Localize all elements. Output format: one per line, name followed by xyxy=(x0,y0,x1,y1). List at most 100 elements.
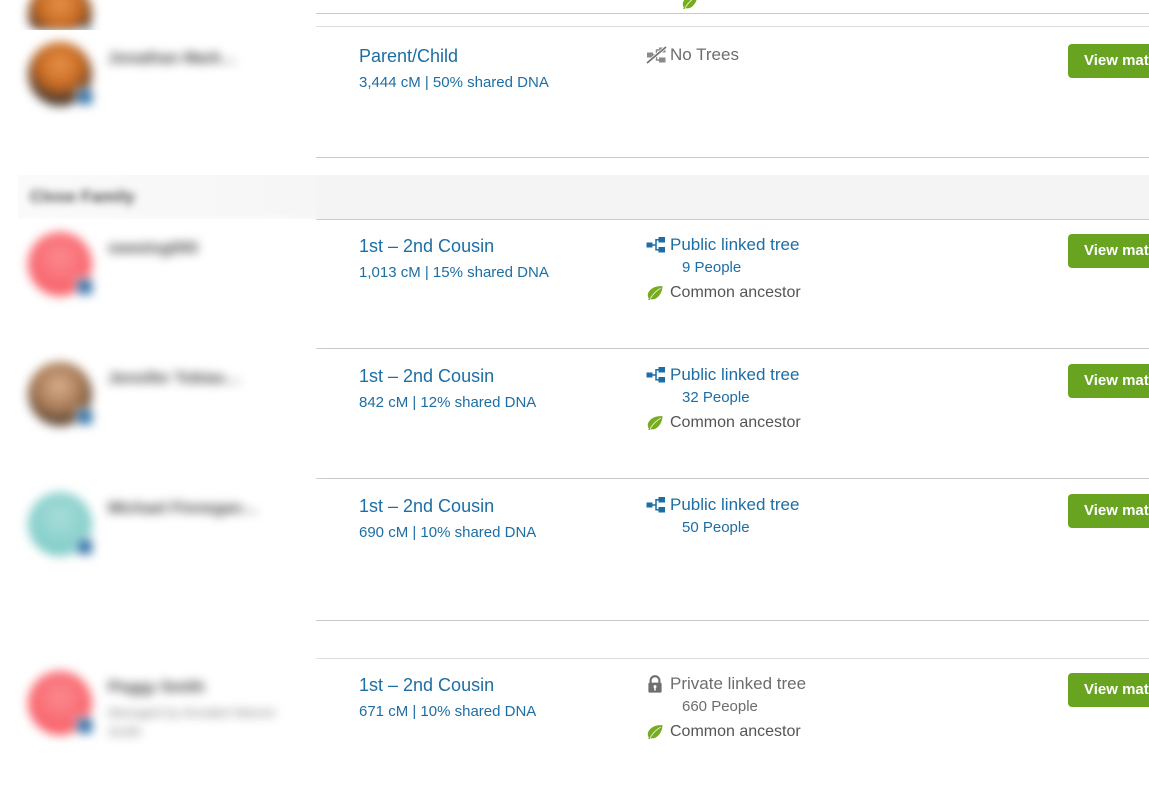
section-title: Close Family xyxy=(18,187,135,207)
avatar xyxy=(28,492,92,556)
tree-status-label: No Trees xyxy=(670,44,739,66)
avatar-badge-icon xyxy=(76,717,94,735)
match-row[interactable]: Michael Finnegan… 1st – 2nd Cousin 690 c… xyxy=(0,480,1149,620)
avatar xyxy=(28,671,92,735)
person-name: Peggy Smith xyxy=(108,679,288,697)
person-card: sweetsg000 xyxy=(18,220,316,308)
tree-column: Public linked tree 9 People Common ances… xyxy=(646,220,966,305)
shared-dna-text: 1,013 cM | 15% shared DNA xyxy=(359,263,646,283)
person-name: Jonathan Mark… xyxy=(108,50,237,68)
tree-icon xyxy=(646,494,670,516)
tree-status-label: Private linked tree xyxy=(670,673,806,695)
common-ancestor-line: Common ancestor xyxy=(646,281,966,305)
leaf-icon xyxy=(646,721,670,743)
common-ancestor-label: Common ancestor xyxy=(670,411,801,435)
tree-status-line[interactable]: Public linked tree xyxy=(646,364,966,386)
person-card: Jennifer Tobias… xyxy=(18,350,316,438)
action-column: View match xyxy=(966,30,1149,78)
tree-status-label[interactable]: Public linked tree xyxy=(670,364,799,386)
action-column: View match xyxy=(966,659,1149,707)
person-text: Peggy Smith Managed by Annabel Warren Sm… xyxy=(108,671,288,741)
relationship-title[interactable]: 1st – 2nd Cousin xyxy=(359,673,646,697)
no-tree-icon xyxy=(646,44,670,66)
common-ancestor-label: Common ancestor xyxy=(670,281,801,305)
person-column[interactable]: Jennifer Tobias… xyxy=(0,350,316,438)
relationship-title[interactable]: 1st – 2nd Cousin xyxy=(359,234,646,258)
person-text: Michael Finnegan… xyxy=(108,492,258,518)
leaf-icon xyxy=(646,282,670,304)
person-subtitle: Managed by Annabel Warren Smith xyxy=(108,703,288,741)
shared-dna-text: 842 cM | 12% shared DNA xyxy=(359,393,646,413)
row-separator xyxy=(316,13,1149,14)
match-row[interactable]: Peggy Smith Managed by Annabel Warren Sm… xyxy=(0,659,1149,790)
person-text: Jonathan Mark… xyxy=(108,42,237,68)
avatar-badge-icon xyxy=(76,278,94,296)
person-card: Peggy Smith Managed by Annabel Warren Sm… xyxy=(18,659,316,753)
match-row[interactable] xyxy=(0,0,1149,4)
tree-column: Public linked tree 32 People Common ance… xyxy=(646,350,966,435)
tree-column: No Trees xyxy=(646,30,966,66)
common-ancestor-line: Common ancestor xyxy=(646,720,966,744)
tree-status-line[interactable]: Public linked tree xyxy=(646,494,966,516)
row-separator xyxy=(316,478,1149,479)
relationship-column: 1st – 2nd Cousin 690 cM | 10% shared DNA xyxy=(316,480,646,543)
person-card: Michael Finnegan… xyxy=(18,480,316,568)
action-column: View match xyxy=(966,480,1149,528)
common-ancestor-line: Common ancestor xyxy=(646,411,966,435)
person-column[interactable]: Jonathan Mark… xyxy=(0,30,316,118)
tree-people-count: 32 People xyxy=(646,386,966,410)
match-row[interactable]: sweetsg000 1st – 2nd Cousin 1,013 cM | 1… xyxy=(0,220,1149,348)
row-separator xyxy=(316,26,1149,27)
lock-icon xyxy=(646,673,670,695)
view-match-button[interactable]: View match xyxy=(1068,494,1149,528)
tree-status-line[interactable]: Public linked tree xyxy=(646,234,966,256)
avatar-badge-icon xyxy=(76,88,94,106)
action-column: View match xyxy=(966,350,1149,398)
view-match-button[interactable]: View match xyxy=(1068,44,1149,78)
relationship-title[interactable]: Parent/Child xyxy=(359,44,646,68)
tree-people-count: 50 People xyxy=(646,516,966,540)
relationship-column: 1st – 2nd Cousin 671 cM | 10% shared DNA xyxy=(316,659,646,722)
row-separator xyxy=(316,157,1149,158)
row-separator xyxy=(316,348,1149,349)
section-header-left: Close Family xyxy=(0,175,316,219)
action-column: View match xyxy=(966,220,1149,268)
view-match-button[interactable]: View match xyxy=(1068,364,1149,398)
shared-dna-text: 671 cM | 10% shared DNA xyxy=(359,702,646,722)
shared-dna-text: 3,444 cM | 50% shared DNA xyxy=(359,73,646,93)
leaf-icon xyxy=(646,412,670,434)
match-row[interactable]: Jonathan Mark… Parent/Child 3,444 cM | 5… xyxy=(0,30,1149,158)
relationship-title[interactable]: 1st – 2nd Cousin xyxy=(359,494,646,518)
relationship-column: Parent/Child 3,444 cM | 50% shared DNA xyxy=(316,30,646,93)
tree-status-line: No Trees xyxy=(646,44,966,66)
person-name: sweetsg000 xyxy=(108,240,198,258)
person-column[interactable]: Michael Finnegan… xyxy=(0,480,316,568)
tree-people-count: 660 People xyxy=(646,695,966,719)
tree-icon xyxy=(646,234,670,256)
view-match-button[interactable]: View match xyxy=(1068,673,1149,707)
avatar-badge-icon xyxy=(76,408,94,426)
avatar-badge-icon xyxy=(76,538,94,556)
relationship-column: 1st – 2nd Cousin 1,013 cM | 15% shared D… xyxy=(316,220,646,283)
avatar xyxy=(28,232,92,296)
section-header-close-family: Close Family xyxy=(0,175,1149,219)
relationship-column: 1st – 2nd Cousin 842 cM | 12% shared DNA xyxy=(316,350,646,413)
person-text: sweetsg000 xyxy=(108,232,198,258)
person-name: Michael Finnegan… xyxy=(108,500,258,518)
relationship-title[interactable]: 1st – 2nd Cousin xyxy=(359,364,646,388)
tree-status-label[interactable]: Public linked tree xyxy=(670,494,799,516)
dna-match-list: Jonathan Mark… Parent/Child 3,444 cM | 5… xyxy=(0,0,1149,790)
view-match-button[interactable]: View match xyxy=(1068,234,1149,268)
tree-people-count: 9 People xyxy=(646,256,966,280)
tree-status-line: Private linked tree xyxy=(646,673,966,695)
person-name: Jennifer Tobias… xyxy=(108,370,241,388)
avatar xyxy=(28,42,92,106)
tree-icon xyxy=(646,364,670,386)
person-card: Jonathan Mark… xyxy=(18,30,316,118)
avatar xyxy=(28,362,92,426)
person-column[interactable]: sweetsg000 xyxy=(0,220,316,308)
person-column[interactable]: Peggy Smith Managed by Annabel Warren Sm… xyxy=(0,659,316,753)
common-ancestor-label: Common ancestor xyxy=(670,720,801,744)
match-row[interactable]: Jennifer Tobias… 1st – 2nd Cousin 842 cM… xyxy=(0,350,1149,478)
tree-status-label[interactable]: Public linked tree xyxy=(670,234,799,256)
